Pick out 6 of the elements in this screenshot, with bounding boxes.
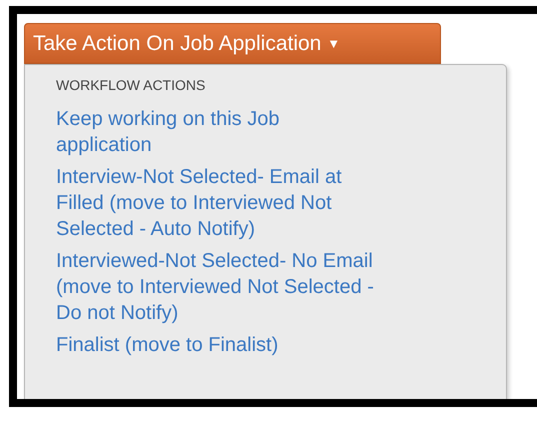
- menu-item[interactable]: Finalist (move to Finalist): [56, 332, 506, 358]
- menu-item[interactable]: Keep working on this Job application: [56, 106, 506, 158]
- menu-item[interactable]: Interview-Not Selected- Email at Filled (move to Interviewed Not Selected - Auto Notify): [56, 164, 506, 242]
- menu-item[interactable]: Interviewed-Not Selected- No Email (move to Interviewed Not Selected - Do not Notify): [56, 248, 506, 326]
- caret-icon: ▼: [327, 36, 340, 51]
- menu-header: WORKFLOW ACTIONS: [56, 77, 206, 93]
